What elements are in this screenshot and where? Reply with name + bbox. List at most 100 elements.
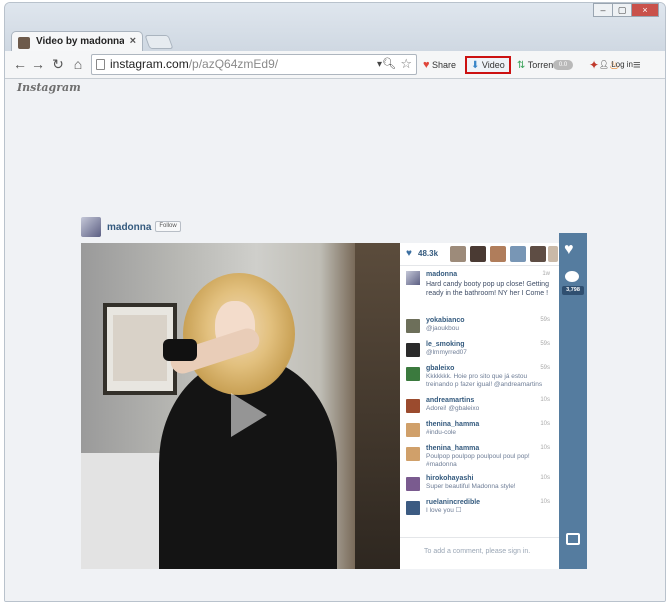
comment: andreamartins 10s Adorei! @gbaleixo <box>406 397 556 421</box>
liker-avatar[interactable] <box>490 246 506 262</box>
menu-icon[interactable]: ≡ <box>633 56 641 74</box>
url-path: /p/azQ64zmEd9/ <box>188 57 279 71</box>
instagram-favicon-icon <box>18 37 30 49</box>
back-arrow-icon[interactable]: ← <box>11 55 29 73</box>
avatar[interactable] <box>406 399 420 413</box>
video-player[interactable] <box>81 243 400 569</box>
heart-icon: ♥ <box>423 59 430 71</box>
video-extension-button[interactable]: ⬇ Video <box>465 56 511 74</box>
liker-avatar[interactable] <box>470 246 486 262</box>
comment-time: 59s <box>540 365 550 371</box>
close-window-button[interactable]: × <box>631 3 659 17</box>
instagram-page: Instagram 👤︎ Log in madonna Follow ♥ 48.… <box>5 60 665 601</box>
avatar[interactable] <box>81 217 101 237</box>
page-icon <box>96 59 105 70</box>
comment-username[interactable]: gbaleixo <box>426 365 454 372</box>
comments-count: 3,798 <box>562 286 584 295</box>
user-icon: 👤︎ <box>598 60 609 69</box>
comment-time: 59s <box>540 341 550 347</box>
comment-username[interactable]: le_smoking <box>426 341 465 348</box>
comment-text: Super beautiful Madonna style! <box>426 483 516 490</box>
liker-avatar[interactable] <box>548 246 558 262</box>
action-bar: ♥ 3,798 <box>559 233 587 569</box>
tab-close-icon[interactable]: × <box>130 35 136 47</box>
browser-window: Video by madonna • Insta × – ▢ × ← → ↻ ⌂… <box>4 2 666 602</box>
avatar[interactable] <box>406 447 420 461</box>
comment-username[interactable]: thenina_hamma <box>426 445 479 452</box>
comment-username[interactable]: ruelanincredible <box>426 499 480 506</box>
extension-fire-icon[interactable]: ✦ <box>589 56 599 74</box>
liker-avatar[interactable] <box>530 246 546 262</box>
doorway <box>355 243 400 569</box>
comment-username[interactable]: andreamartins <box>426 397 474 404</box>
comment-text: Poulpop poulpop poulpoul poul pop! #mado… <box>426 453 530 468</box>
maximize-button[interactable]: ▢ <box>612 3 632 17</box>
instagram-header: Instagram <box>5 79 665 97</box>
comment: le_smoking 59s @lmmyrred07 <box>406 341 556 365</box>
title-bar: Video by madonna • Insta × – ▢ × <box>5 3 665 53</box>
shelf <box>81 453 161 569</box>
comment-text: I love you ☐ <box>426 507 462 514</box>
browser-tab[interactable]: Video by madonna • Insta × <box>11 31 143 53</box>
torrent-extension[interactable]: ⇅ Torrent <box>517 56 556 74</box>
heart-icon: ♥ <box>406 248 412 259</box>
comment-text: @lmmyrred07 <box>426 349 467 356</box>
like-heart-icon[interactable]: ♥ <box>564 241 574 259</box>
liker-avatar[interactable] <box>510 246 526 262</box>
add-comment-prompt[interactable]: To add a comment, please sign in. <box>400 537 559 569</box>
minimize-button[interactable]: – <box>593 3 613 17</box>
comment-username[interactable]: yokabianco <box>426 317 465 324</box>
reload-icon[interactable]: ↻ <box>49 55 67 73</box>
avatar[interactable] <box>406 501 420 515</box>
caption-text: Hard candy booty pop up close! Getting r… <box>426 281 549 297</box>
comment: gbaleixo 59s Kkkkkkk. Hoie pro sito que … <box>406 365 556 397</box>
torrent-icon: ⇅ <box>517 60 526 71</box>
instagram-logo[interactable]: Instagram <box>17 81 81 94</box>
home-icon[interactable]: ⌂ <box>69 55 87 73</box>
new-tab-button[interactable] <box>144 35 174 49</box>
comment-username[interactable]: hirokohayashi <box>426 475 473 482</box>
comment-time: 59s <box>540 317 550 323</box>
play-icon[interactable] <box>231 393 267 437</box>
video-label: Video <box>481 60 505 70</box>
share-extension[interactable]: ♥ Share <box>423 56 456 74</box>
comment-text: Adorei! @gbaleixo <box>426 405 480 412</box>
comment-username[interactable]: thenina_hamma <box>426 421 479 428</box>
login-link[interactable]: 👤︎ Log in <box>599 60 633 69</box>
comment-text: Kkkkkkk. Hoie pro sito que já estou trei… <box>426 373 543 388</box>
caption-time: 1w <box>542 271 550 277</box>
comment: hirokohayashi 10s Super beautiful Madonn… <box>406 475 556 499</box>
search-icon[interactable]: 🔍︎ <box>382 55 396 74</box>
address-bar[interactable]: instagram.com/p/azQ64zmEd9/ ▾ 🔍︎ ☆ <box>91 54 417 75</box>
liker-avatar[interactable] <box>450 246 466 262</box>
login-label: Log in <box>611 60 633 69</box>
comment-bubble-icon[interactable] <box>565 271 579 282</box>
comment-time: 10s <box>540 397 550 403</box>
torrent-label: Torrent <box>527 60 556 70</box>
follow-button[interactable]: Follow <box>155 221 181 232</box>
avatar[interactable] <box>406 271 420 285</box>
comment: thenina_hamma 10s #indu-cole <box>406 421 556 445</box>
person-glove <box>163 339 197 361</box>
camera-icon[interactable] <box>566 533 580 545</box>
comments-panel: ♥ 48.3k madonna 1w Hard candy booty pop … <box>400 243 559 569</box>
bookmark-star-icon[interactable]: ☆ <box>400 54 412 73</box>
torrent-badge: 0.0 <box>553 60 573 70</box>
avatar[interactable] <box>406 367 420 381</box>
avatar[interactable] <box>406 343 420 357</box>
author-username[interactable]: madonna <box>107 222 151 233</box>
comment: yokabianco 59s @jaoukbou <box>406 317 556 341</box>
comment-text: @jaoukbou <box>426 325 459 332</box>
comment-time: 10s <box>540 475 550 481</box>
comment: ruelanincredible 10s I love you ☐ <box>406 499 556 523</box>
avatar[interactable] <box>406 319 420 333</box>
share-label: Share <box>432 60 457 70</box>
avatar[interactable] <box>406 477 420 491</box>
comment-time: 10s <box>540 421 550 427</box>
comment-time: 10s <box>540 499 550 505</box>
forward-arrow-icon[interactable]: → <box>29 55 47 73</box>
avatar[interactable] <box>406 423 420 437</box>
like-count[interactable]: 48.3k <box>418 249 438 258</box>
comment-text: #indu-cole <box>426 429 456 436</box>
caption-username[interactable]: madonna <box>426 271 457 278</box>
